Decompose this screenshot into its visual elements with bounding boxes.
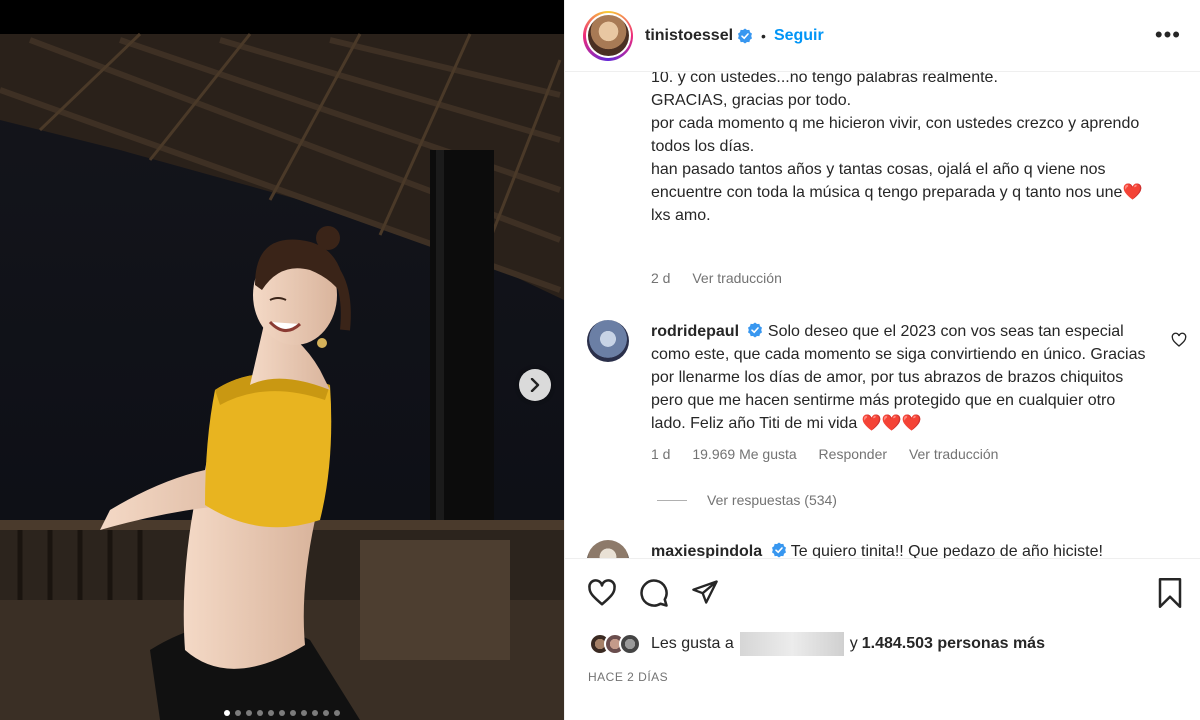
commenter-username[interactable]: maxiespindola [651,543,762,558]
comment-text: Te quiero tinita!! Que pedazo de año hic… [790,543,1103,558]
carousel-dot [290,710,296,716]
verified-badge-icon [748,322,763,338]
caption-meta: 2 d Ver traducción [651,270,800,286]
carousel-dot [334,710,340,716]
comment-translate-link[interactable]: Ver traducción [909,446,999,462]
comment-like-heart-icon[interactable] [1171,332,1187,348]
post-side-panel: tinistoessel • Seguir ••• 10. y con uste… [564,0,1200,720]
comment-time: 1 d [651,446,671,462]
comment-body: rodridepaul Solo deseo que el 2023 con v… [651,320,1151,435]
more-options-icon[interactable]: ••• [1155,22,1181,48]
post-actions [565,558,1200,628]
commenter-avatar[interactable] [587,320,629,362]
commenter-username[interactable]: rodridepaul [651,323,739,340]
carousel-dot [235,710,241,716]
heart-icon[interactable] [587,578,617,608]
caption-translate-link[interactable]: Ver traducción [692,270,782,286]
post-caption: 10. y con ustedes...no tengo palabras re… [651,72,1143,224]
verified-badge-icon [771,542,786,558]
liker-name-redacted [739,632,844,656]
comment-likes-count[interactable]: 19.969 Me gusta [692,446,796,462]
commenter-avatar[interactable] [587,540,629,558]
carousel-dot [268,710,274,716]
verified-badge-icon [738,28,753,43]
carousel-dot [312,710,318,716]
author-avatar[interactable] [583,10,633,61]
carousel-dot [323,710,329,716]
post-photo-image [0,0,564,720]
view-replies-label: Ver respuestas (534) [707,492,837,508]
carousel-dot [224,710,230,716]
likes-prefix: Les gusta a [651,635,734,652]
share-icon[interactable] [691,578,719,606]
author-avatar-image [587,15,629,56]
caption-time: 2 d [651,270,671,286]
header-separator: • [761,27,766,44]
chevron-right-icon [530,378,540,392]
author-avatar-inner [585,13,631,58]
follow-button[interactable]: Seguir [774,27,824,45]
comment-body: maxiespindola Te quiero tinita!! Que ped… [651,540,1151,558]
post-time-ago: HACE 2 DÍAS [588,670,669,684]
carousel-dots [0,710,564,720]
author-username[interactable]: tinistoessel [645,27,733,45]
carousel-dot [257,710,263,716]
liker-avatar [619,633,641,655]
bookmark-icon[interactable] [1157,578,1183,608]
replies-divider [657,499,687,501]
likes-count[interactable]: 1.484.503 personas más [862,635,1045,653]
comment-meta: 1 d 19.969 Me gusta Responder Ver traduc… [651,446,1016,462]
liker-avatars [589,633,641,655]
carousel-next-button[interactable] [519,369,551,401]
comments-section[interactable]: 10. y con ustedes...no tengo palabras re… [565,72,1200,558]
likes-joiner: y [849,635,858,652]
post-photo[interactable] [0,0,564,720]
likes-summary[interactable]: Les gusta a y 1.484.503 personas más [589,630,1045,658]
carousel-dot [279,710,285,716]
carousel-dot [301,710,307,716]
post-header: tinistoessel • Seguir ••• [565,0,1200,72]
comment-icon[interactable] [639,578,669,608]
comment-reply-button[interactable]: Responder [819,446,888,462]
view-replies-button[interactable]: Ver respuestas (534) [657,492,837,508]
carousel-dot [246,710,252,716]
